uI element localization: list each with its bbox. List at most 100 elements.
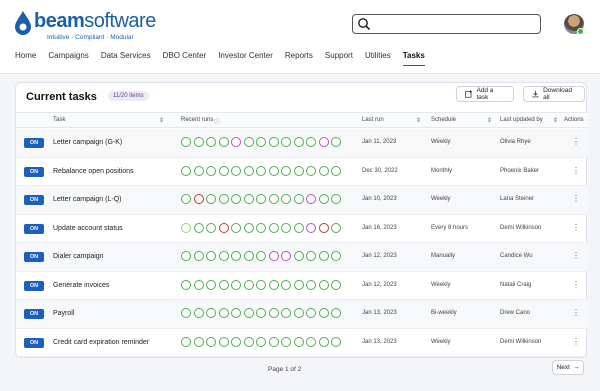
task-toggle[interactable]: ON [24, 166, 44, 177]
run-status-icon[interactable] [206, 137, 216, 147]
run-status-icon[interactable] [268, 165, 279, 176]
task-toggle[interactable]: ON [24, 309, 44, 319]
table-row[interactable]: ON Credit card expiration reminder Jan 13,… [16, 329, 588, 357]
run-status-icon[interactable] [256, 251, 266, 261]
add-task-button[interactable]: Add a task [456, 86, 514, 102]
run-status-icon[interactable] [293, 194, 304, 204]
table-row[interactable]: ON Letter campaign (L-Q) Jan 10, 2023 Weekl… [16, 186, 588, 215]
more-actions-icon[interactable]: ⋮ [572, 280, 580, 289]
run-status-icon[interactable] [256, 222, 266, 233]
run-status-icon[interactable] [181, 336, 191, 347]
run-status-icon[interactable] [306, 194, 316, 204]
task-name[interactable]: Generate invoices [53, 282, 109, 289]
task-toggle[interactable]: ON [24, 280, 44, 291]
column-header-schedule[interactable]: Schedule [431, 117, 456, 123]
run-status-icon[interactable] [256, 194, 266, 204]
column-header-last-run[interactable]: Last run [362, 117, 384, 123]
run-status-icon[interactable] [231, 137, 241, 147]
run-status-icon[interactable] [218, 222, 229, 233]
run-status-icon[interactable] [193, 308, 204, 318]
task-toggle[interactable]: ON [24, 138, 44, 148]
run-status-icon[interactable] [281, 251, 291, 261]
run-status-icon[interactable] [268, 251, 279, 261]
table-row[interactable]: ON Payroll Jan 13, 2023 Bi-weekly Drew Cano ⋮ [16, 300, 588, 329]
run-status-icon[interactable] [306, 137, 316, 147]
run-status-icon[interactable] [268, 336, 279, 347]
run-status-icon[interactable] [243, 279, 254, 290]
run-status-icon[interactable] [231, 165, 241, 176]
run-status-icon[interactable] [293, 251, 304, 261]
run-status-icon[interactable] [331, 251, 341, 261]
run-status-icon[interactable] [243, 251, 254, 261]
task-name[interactable]: Letter campaign (L-Q) [53, 196, 121, 203]
run-status-icon[interactable] [193, 194, 204, 204]
run-status-icon[interactable] [293, 308, 304, 318]
run-status-icon[interactable] [306, 251, 316, 261]
run-status-icon[interactable] [293, 336, 304, 347]
task-name[interactable]: Letter campaign (G-K) [53, 139, 122, 146]
run-status-icon[interactable] [218, 336, 229, 347]
sort-icon[interactable]: ⇕ [553, 117, 558, 124]
run-status-icon[interactable] [231, 194, 241, 204]
run-status-icon[interactable] [293, 279, 304, 290]
run-status-icon[interactable] [281, 165, 291, 176]
run-status-icon[interactable] [206, 336, 216, 347]
sort-icon[interactable]: ⇕ [159, 117, 164, 124]
run-status-icon[interactable] [243, 194, 254, 204]
run-status-icon[interactable] [281, 279, 291, 290]
task-name[interactable]: Rebalance open positions [53, 168, 134, 175]
run-status-icon[interactable] [318, 251, 329, 261]
more-actions-icon[interactable]: ⋮ [572, 166, 580, 175]
run-status-icon[interactable] [206, 308, 216, 318]
run-status-icon[interactable] [306, 222, 316, 233]
nav-item-investor-center[interactable]: Investor Center [218, 50, 273, 66]
run-status-icon[interactable] [331, 137, 341, 147]
run-status-icon[interactable] [331, 336, 341, 347]
more-actions-icon[interactable]: ⋮ [572, 137, 580, 146]
run-status-icon[interactable] [293, 165, 304, 176]
run-status-icon[interactable] [231, 279, 241, 290]
run-status-icon[interactable] [243, 137, 254, 147]
task-toggle[interactable]: ON [24, 223, 44, 234]
more-actions-icon[interactable]: ⋮ [572, 337, 580, 346]
run-status-icon[interactable] [281, 137, 291, 147]
run-status-icon[interactable] [231, 251, 241, 261]
run-status-icon[interactable] [181, 251, 191, 261]
run-status-icon[interactable] [218, 279, 229, 290]
run-status-icon[interactable] [256, 336, 266, 347]
run-status-icon[interactable] [318, 336, 329, 347]
run-status-icon[interactable] [181, 308, 191, 318]
run-status-icon[interactable] [181, 165, 191, 176]
run-status-icon[interactable] [256, 279, 266, 290]
run-status-icon[interactable] [193, 165, 204, 176]
run-status-icon[interactable] [281, 308, 291, 318]
nav-item-campaigns[interactable]: Campaigns [48, 50, 88, 66]
sort-icon[interactable]: ⇕ [487, 117, 492, 124]
run-status-icon[interactable] [318, 308, 329, 318]
run-status-icon[interactable] [318, 279, 329, 290]
table-row[interactable]: ON Rebalance open positions Dec 30, 2022 Mo… [16, 158, 588, 186]
run-status-icon[interactable] [206, 251, 216, 261]
run-status-icon[interactable] [331, 194, 341, 204]
run-status-icon[interactable] [318, 194, 329, 204]
run-status-icon[interactable] [243, 222, 254, 233]
table-row[interactable]: ON Dialer campaign Jan 12, 2023 Manually Can… [16, 243, 588, 272]
run-status-icon[interactable] [281, 194, 291, 204]
run-status-icon[interactable] [268, 279, 279, 290]
run-status-icon[interactable] [281, 336, 291, 347]
run-status-icon[interactable] [206, 165, 216, 176]
sort-icon[interactable]: ⇕ [416, 117, 421, 124]
table-row[interactable]: ON Generate invoices Jan 12, 2023 Weekly Nat… [16, 272, 588, 300]
run-status-icon[interactable] [181, 137, 191, 147]
info-icon[interactable]: ⓘ [214, 117, 220, 126]
run-status-icon[interactable] [218, 251, 229, 261]
column-header-task[interactable]: Task [53, 117, 65, 123]
run-status-icon[interactable] [243, 308, 254, 318]
run-status-icon[interactable] [206, 222, 216, 233]
next-page-button[interactable]: Next → [552, 360, 584, 375]
more-actions-icon[interactable]: ⋮ [572, 308, 580, 317]
run-status-icon[interactable] [218, 308, 229, 318]
run-status-icon[interactable] [331, 222, 341, 233]
run-status-icon[interactable] [193, 251, 204, 261]
run-status-icon[interactable] [231, 308, 241, 318]
